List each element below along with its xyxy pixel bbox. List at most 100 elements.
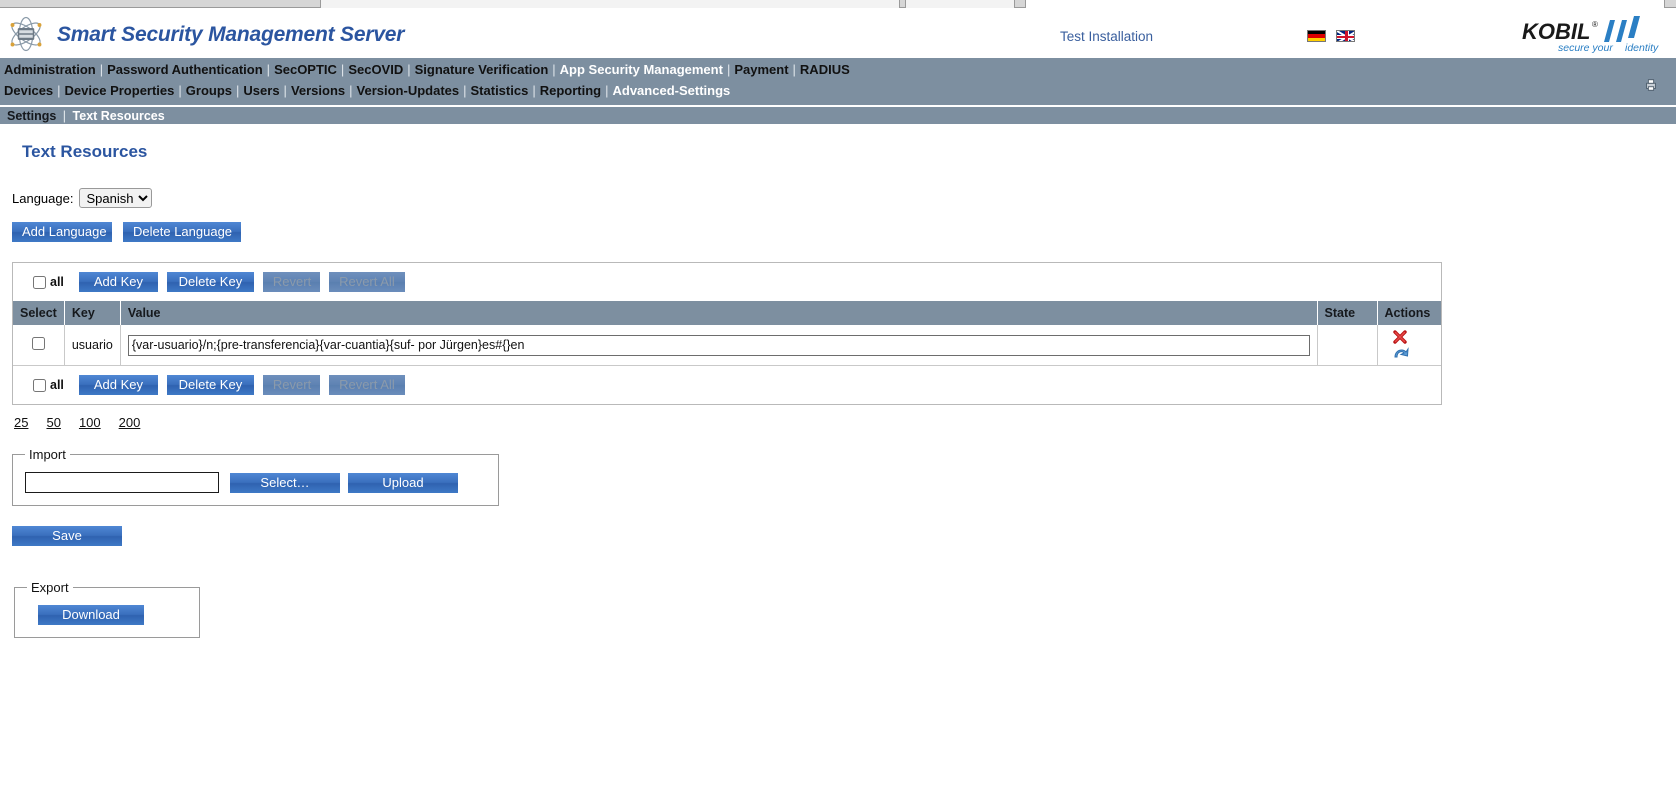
column-header-state: State xyxy=(1317,301,1378,325)
pagination-link-200[interactable]: 200 xyxy=(119,415,141,430)
nav-item-secoptic[interactable]: SecOPTIC xyxy=(272,62,339,77)
pagination: 25 50 100 200 xyxy=(14,415,1676,430)
nav-item-secovid[interactable]: SecOVID xyxy=(346,62,405,77)
select-all-checkbox-bottom[interactable] xyxy=(33,378,46,392)
text-resources-panel: all Add Key Delete Key Revert Revert All… xyxy=(12,262,1442,405)
breadcrumb-parent[interactable]: Settings xyxy=(7,109,56,123)
nav-item-password-authentication[interactable]: Password Authentication xyxy=(105,62,265,77)
nav-separator: | xyxy=(407,62,411,77)
svg-text:secure your: secure your xyxy=(1558,42,1613,54)
breadcrumb-separator: | xyxy=(62,109,67,123)
nav-item-statistics[interactable]: Statistics xyxy=(469,83,531,98)
column-header-key: Key xyxy=(64,301,121,325)
text-resources-table: Select Key Value State Actions usuario xyxy=(13,301,1441,366)
import-legend: Import xyxy=(29,447,66,462)
delete-key-button-top[interactable]: Delete Key xyxy=(166,272,254,292)
nav-separator: | xyxy=(552,62,556,77)
nav-item-radius[interactable]: RADIUS xyxy=(798,62,852,77)
flag-de-icon[interactable] xyxy=(1307,30,1326,42)
nav-separator: | xyxy=(178,83,182,98)
nav-separator: | xyxy=(57,83,61,98)
language-actions: Add Language Delete Language xyxy=(12,222,1676,242)
nav-separator: | xyxy=(605,83,609,98)
nav-separator: | xyxy=(532,83,536,98)
add-language-button[interactable]: Add Language xyxy=(12,222,112,242)
test-installation-link[interactable]: Test Installation xyxy=(1060,29,1153,44)
select-all-label-top: all xyxy=(50,275,64,289)
nav-item-device-properties[interactable]: Device Properties xyxy=(63,83,177,98)
nav-item-payment[interactable]: Payment xyxy=(732,62,790,77)
import-file-input[interactable] xyxy=(25,472,219,493)
nav-item-groups[interactable]: Groups xyxy=(184,83,234,98)
select-file-button[interactable]: Select… xyxy=(230,472,340,493)
column-header-actions: Actions xyxy=(1377,301,1441,325)
export-legend: Export xyxy=(31,580,69,595)
row-actions-cell xyxy=(1377,325,1441,366)
revert-all-button-top: Revert All xyxy=(328,272,405,292)
nav-separator: | xyxy=(283,83,287,98)
nav-item-devices[interactable]: Devices xyxy=(2,83,55,98)
row-state-cell xyxy=(1317,325,1378,366)
browser-tab-active[interactable] xyxy=(1025,0,1665,8)
browser-tab[interactable] xyxy=(905,0,1015,8)
atom-logo-icon xyxy=(10,16,42,52)
svg-text:identity: identity xyxy=(1625,42,1659,54)
add-key-button-bottom[interactable]: Add Key xyxy=(78,375,158,395)
page-body: Text Resources Language: Spanish Add Lan… xyxy=(0,142,1676,638)
nav-item-users[interactable]: Users xyxy=(241,83,281,98)
nav-item-advanced-settings[interactable]: Advanced-Settings xyxy=(611,83,733,98)
pagination-link-50[interactable]: 50 xyxy=(46,415,60,430)
revert-icon[interactable] xyxy=(1392,345,1409,361)
revert-button-bottom: Revert xyxy=(262,375,320,395)
table-toolbar-bottom: all Add Key Delete Key Revert Revert All xyxy=(13,366,1441,404)
nav-separator: | xyxy=(792,62,796,77)
kobil-logo: KOBIL ® secure your identity xyxy=(1522,16,1659,54)
nav-separator: | xyxy=(266,62,271,77)
select-all-checkbox-top[interactable] xyxy=(33,275,46,289)
export-section: Export Download xyxy=(14,580,200,638)
nav-item-reporting[interactable]: Reporting xyxy=(538,83,603,98)
revert-button-top: Revert xyxy=(262,272,320,292)
row-select-cell xyxy=(13,325,65,366)
flag-gb-icon[interactable] xyxy=(1336,30,1355,42)
breadcrumb-current: Text Resources xyxy=(72,109,165,123)
nav-separator: | xyxy=(463,83,467,98)
nav-item-version-updates[interactable]: Version-Updates xyxy=(355,83,462,98)
nav-item-signature-verification[interactable]: Signature Verification xyxy=(413,62,551,77)
delete-key-button-bottom[interactable]: Delete Key xyxy=(166,375,254,395)
app-title: Smart Security Management Server xyxy=(57,23,405,46)
column-header-value: Value xyxy=(120,301,1318,325)
download-button[interactable]: Download xyxy=(38,605,144,625)
print-icon[interactable] xyxy=(1644,78,1658,92)
row-value-cell xyxy=(120,325,1318,366)
upload-button[interactable]: Upload xyxy=(348,472,458,493)
row-select-checkbox[interactable] xyxy=(31,337,45,350)
import-section: Import Select… Upload xyxy=(12,447,499,506)
table-row: usuario xyxy=(13,325,1441,366)
save-button[interactable]: Save xyxy=(12,526,122,546)
nav-row-secondary: Devices | Device Properties | Groups | Users | V… xyxy=(0,81,1676,102)
delete-language-button[interactable]: Delete Language xyxy=(123,222,241,242)
pagination-link-100[interactable]: 100 xyxy=(79,415,101,430)
select-all-label-bottom: all xyxy=(50,378,64,392)
svg-text:KOBIL: KOBIL xyxy=(1522,19,1590,44)
browser-tab[interactable] xyxy=(320,0,900,8)
language-label: Language: xyxy=(12,190,74,206)
nav-item-administration[interactable]: Administration xyxy=(2,62,98,77)
row-value-input[interactable] xyxy=(127,334,1310,356)
table-header-row: Select Key Value State Actions xyxy=(13,301,1441,325)
nav-item-app-security-management[interactable]: App Security Management xyxy=(558,62,725,77)
svg-text:®: ® xyxy=(1592,20,1598,29)
delete-icon[interactable] xyxy=(1392,329,1408,345)
column-header-select: Select xyxy=(13,301,65,325)
nav-separator: | xyxy=(349,83,353,98)
language-select[interactable]: Spanish xyxy=(79,188,153,208)
pagination-link-25[interactable]: 25 xyxy=(14,415,28,430)
browser-chrome-strip xyxy=(0,0,1676,8)
language-row: Language: Spanish xyxy=(12,188,1676,208)
nav-row-primary: Administration | Password Authentication | S… xyxy=(0,60,1676,81)
row-key-cell: usuario xyxy=(64,325,121,366)
breadcrumb: Settings | Text Resources xyxy=(0,105,1676,124)
add-key-button-top[interactable]: Add Key xyxy=(78,272,158,292)
nav-item-versions[interactable]: Versions xyxy=(289,83,347,98)
